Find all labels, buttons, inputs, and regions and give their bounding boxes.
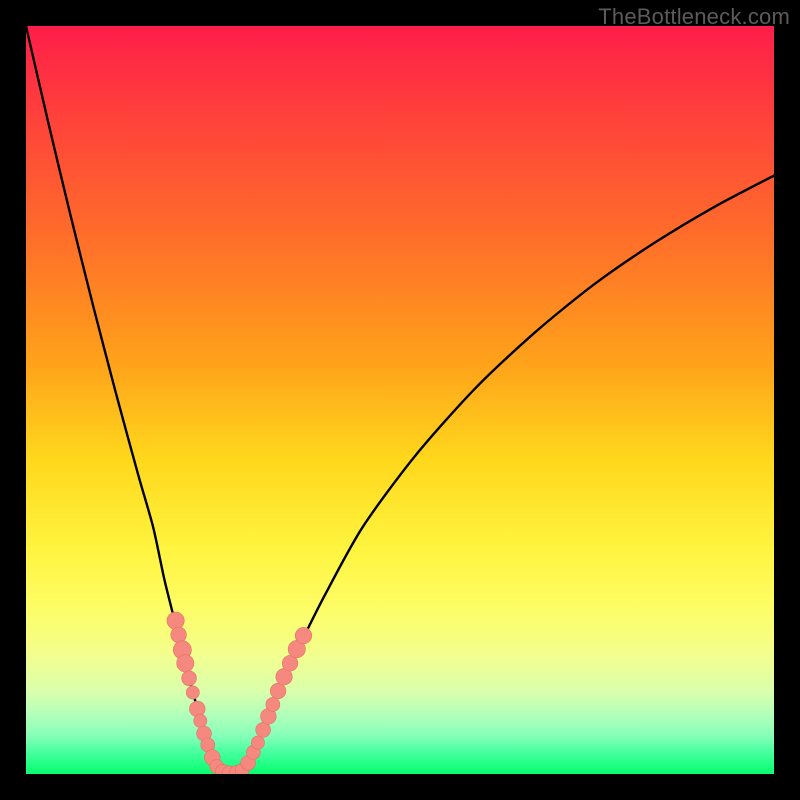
- curve-marker: [186, 686, 199, 699]
- watermark-text: TheBottleneck.com: [598, 4, 790, 30]
- curve-marker: [295, 627, 311, 643]
- curve-marker: [177, 655, 194, 672]
- bottleneck-curve: [26, 26, 774, 774]
- curve-marker: [270, 683, 286, 699]
- curve-marker: [266, 697, 280, 711]
- marker-group: [167, 612, 312, 774]
- curve-marker: [167, 612, 184, 629]
- curve-marker: [256, 722, 271, 737]
- chart-frame: TheBottleneck.com: [0, 0, 800, 800]
- curve-marker: [251, 736, 264, 749]
- chart-svg: [26, 26, 774, 774]
- plot-area: [26, 26, 774, 774]
- curve-marker: [171, 627, 187, 643]
- curve-marker: [194, 714, 207, 727]
- curve-marker: [189, 701, 205, 717]
- curve-marker: [182, 671, 197, 686]
